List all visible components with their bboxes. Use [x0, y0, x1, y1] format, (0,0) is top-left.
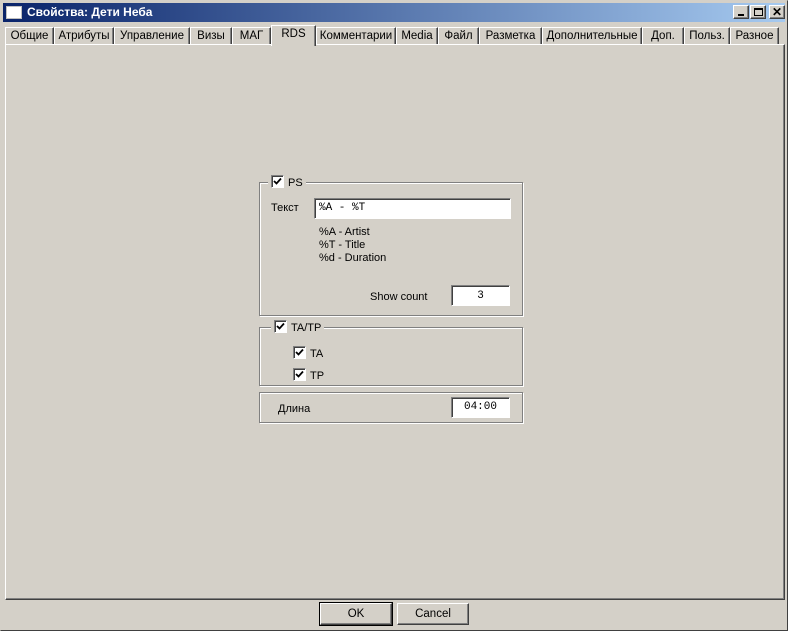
ta-checkbox[interactable]: TA [293, 346, 323, 361]
cancel-button[interactable]: Cancel [397, 603, 469, 625]
show-count-label: Show count [370, 291, 428, 303]
ps-check-icon[interactable] [271, 175, 284, 188]
hint-artist: %A - Artist [319, 226, 370, 238]
window-icon [6, 6, 22, 19]
tab-rds[interactable]: RDS [271, 25, 316, 46]
show-count-input[interactable]: 3 [451, 285, 510, 306]
window-title: Свойства: Дети Неба [27, 5, 153, 19]
minimize-icon [738, 14, 744, 16]
tab-misc[interactable]: Разное [730, 27, 779, 45]
length-group: Длина 04:00 [259, 392, 523, 423]
tab-strip: Общие Атрибуты Управление Визы МАГ RDS К… [5, 25, 785, 46]
length-label: Длина [278, 403, 311, 415]
ta-check-icon[interactable] [293, 346, 306, 359]
tab-comments[interactable]: Комментарии [316, 27, 396, 45]
properties-dialog: Свойства: Дети Неба ✕ Общие Атрибуты Упр… [0, 0, 788, 631]
tp-label: TP [310, 370, 325, 382]
tab-file[interactable]: Файл [438, 27, 479, 45]
hint-title: %T - Title [319, 239, 366, 251]
tab-management[interactable]: Управление [114, 27, 190, 45]
tatp-check-icon[interactable] [274, 320, 287, 333]
tab-user[interactable]: Польз. [684, 27, 730, 45]
tatp-checkbox[interactable]: TA/TP [271, 320, 325, 334]
ok-button[interactable]: OK [319, 602, 393, 626]
tp-check-icon[interactable] [293, 368, 306, 381]
maximize-icon [754, 8, 763, 16]
tatp-label: TA/TP [291, 322, 322, 334]
ps-checkbox[interactable]: PS [268, 175, 306, 189]
title-bar[interactable]: Свойства: Дети Неба ✕ [3, 3, 785, 22]
ps-text-input[interactable]: %A - %T [314, 198, 511, 219]
maximize-button[interactable] [750, 5, 766, 19]
minimize-button[interactable] [733, 5, 749, 19]
tab-attributes[interactable]: Атрибуты [54, 27, 114, 45]
close-icon: ✕ [771, 5, 783, 19]
rds-panel: PS Текст %A - %T %A - Artist %T - Title … [5, 44, 785, 600]
tab-markup[interactable]: Разметка [479, 27, 542, 45]
hint-duration: %d - Duration [319, 252, 387, 264]
tab-extra[interactable]: Доп. [642, 27, 684, 45]
ps-label: PS [288, 177, 303, 189]
tab-additional[interactable]: Дополнительные [542, 27, 642, 45]
close-button[interactable]: ✕ [769, 5, 785, 19]
tab-media[interactable]: Media [396, 27, 438, 45]
tab-visas[interactable]: Визы [190, 27, 232, 45]
text-label: Текст [271, 202, 299, 214]
tp-checkbox[interactable]: TP [293, 368, 324, 383]
tatp-group: TA/TP TA TP [259, 320, 523, 386]
ta-label: TA [310, 348, 324, 360]
tab-mag[interactable]: МАГ [232, 27, 271, 45]
length-input[interactable]: 04:00 [451, 397, 510, 418]
ps-group: PS Текст %A - %T %A - Artist %T - Title … [259, 175, 523, 316]
tab-general[interactable]: Общие [5, 27, 54, 45]
